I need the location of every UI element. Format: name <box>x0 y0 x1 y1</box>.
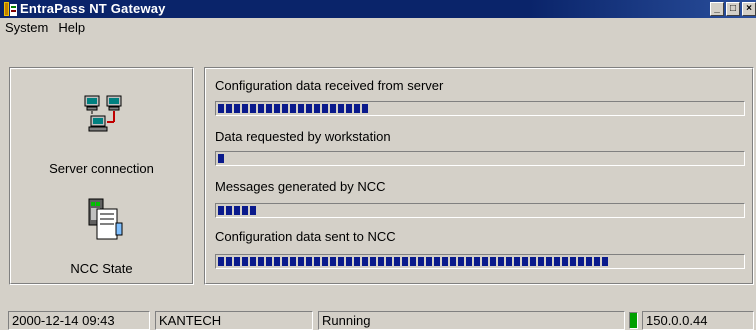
ncc-state-label: NCC State <box>70 261 133 276</box>
progress-fill-sent <box>218 257 608 266</box>
status-state: Running <box>318 311 625 330</box>
network-computers-icon <box>84 95 122 132</box>
progress-label-sent: Configuration data sent to NCC <box>215 229 396 244</box>
progress-fill-received <box>218 104 368 113</box>
ncc-controller-icon <box>88 198 123 240</box>
progress-label-requested: Data requested by workstation <box>215 129 391 144</box>
minimize-button[interactable]: _ <box>710 2 724 16</box>
close-button[interactable]: × <box>742 2 756 16</box>
progress-bar-requested <box>215 151 745 166</box>
server-connection-label: Server connection <box>49 161 154 176</box>
menu-help[interactable]: Help <box>53 18 90 37</box>
connection-led-icon <box>629 312 638 329</box>
app-window: EntraPass NT Gateway _ □ × System Help S… <box>0 0 756 330</box>
status-datetime: 2000-12-14 09:43 <box>8 311 150 330</box>
progress-panel: Configuration data received from server … <box>204 67 754 285</box>
window-title: EntraPass NT Gateway <box>20 1 166 16</box>
progress-bar-sent <box>215 254 745 269</box>
title-bar[interactable]: EntraPass NT Gateway _ □ × <box>0 0 756 18</box>
status-ip: 150.0.0.44 <box>642 311 754 330</box>
status-panel: Server connection NCC State <box>9 67 194 285</box>
window-controls: _ □ × <box>708 2 756 16</box>
status-bar: 2000-12-14 09:43 KANTECH Running 150.0.0… <box>0 307 756 330</box>
progress-bar-messages <box>215 203 745 218</box>
progress-fill-requested <box>218 154 224 163</box>
menu-bar: System Help <box>0 18 756 37</box>
progress-bar-received <box>215 101 745 116</box>
app-icon <box>4 2 17 16</box>
status-company: KANTECH <box>155 311 313 330</box>
maximize-button[interactable]: □ <box>726 2 740 16</box>
progress-label-messages: Messages generated by NCC <box>215 179 386 194</box>
menu-system[interactable]: System <box>0 18 53 37</box>
progress-fill-messages <box>218 206 256 215</box>
progress-label-received: Configuration data received from server <box>215 78 444 93</box>
